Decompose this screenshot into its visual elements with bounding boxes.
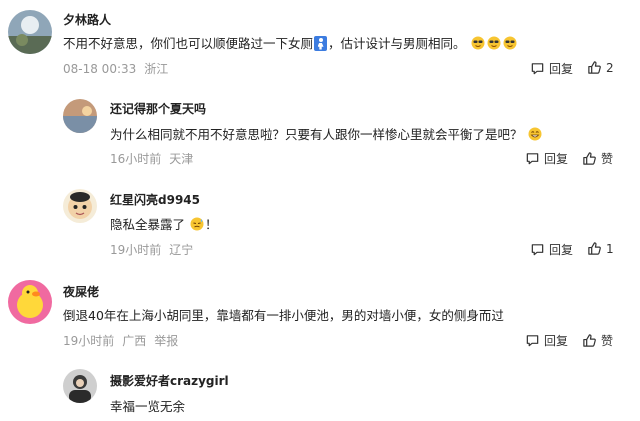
comment-location: 浙江: [144, 62, 169, 76]
comment-text: 不用不好意思，你们也可以顺便路过一下女厕 ，估计设计与男厕相同。: [63, 33, 518, 52]
reply-icon: [526, 335, 539, 347]
avatar[interactable]: [8, 10, 52, 54]
thumbs-up-icon: [588, 242, 601, 255]
comment-text-part: ，估计设计与男厕相同。: [328, 36, 466, 51]
comment-time: 08-18 00:33: [63, 62, 137, 76]
reply-icon: [531, 63, 544, 75]
avatar[interactable]: [63, 189, 97, 223]
avatar[interactable]: [8, 280, 52, 324]
username[interactable]: 还记得那个夏天吗: [110, 100, 206, 117]
reply-button[interactable]: 回复: [530, 241, 573, 258]
reply-label: 回复: [549, 62, 574, 76]
comment-meta: 16小时前 天津: [110, 150, 201, 167]
comment-time: 19小时前: [63, 334, 115, 348]
avatar[interactable]: [63, 369, 97, 403]
username[interactable]: 夕林路人: [63, 11, 111, 28]
like-button[interactable]: 赞: [582, 150, 613, 167]
comment-text: 幸福一览无余: [110, 399, 186, 414]
comment-text-part: ！: [205, 217, 218, 232]
comment-meta: 19小时前 广西 举报: [63, 332, 186, 349]
thumbs-up-icon: [583, 334, 596, 347]
comment-text: 为什么相同就不用不好意思啦？只要有人跟你一样惨心里就会平衡了是吧？: [110, 124, 543, 143]
reply-button[interactable]: 回复: [525, 150, 568, 167]
reply-icon: [526, 153, 539, 165]
comment-location: 辽宁: [169, 243, 194, 257]
reply-label: 回复: [544, 334, 569, 348]
comment-time: 16小时前: [110, 152, 162, 166]
reply-button[interactable]: 回复: [530, 60, 573, 77]
username[interactable]: 摄影爱好者crazygirl: [110, 372, 229, 389]
like-count: 2: [606, 60, 614, 75]
comment-meta: 08-18 00:33 浙江: [63, 60, 176, 77]
comment-location: 广西: [122, 334, 147, 348]
reply-icon: [531, 244, 544, 256]
restroom-icon: [314, 36, 328, 51]
comment-text-part: 不用不好意思，你们也可以顺便路过一下女厕: [63, 36, 314, 51]
username[interactable]: 红星闪亮d9945: [110, 191, 200, 208]
like-label: 赞: [601, 334, 614, 348]
cool-face-emoji: [503, 36, 517, 50]
comment-text-part: 隐私全暴露了: [110, 217, 186, 232]
like-button[interactable]: 赞: [582, 332, 613, 349]
like-count: 1: [606, 241, 614, 256]
like-button[interactable]: 2: [587, 60, 614, 75]
thumbs-up-icon: [588, 61, 601, 74]
comment-text-part: 为什么相同就不用不好意思啦？只要有人跟你一样惨心里就会平衡了是吧？: [110, 127, 523, 142]
reply-label: 回复: [549, 243, 574, 257]
thumbs-up-icon: [583, 152, 596, 165]
username[interactable]: 夜屎佬: [63, 283, 99, 300]
cool-face-emoji: [471, 36, 485, 50]
like-button[interactable]: 1: [587, 241, 614, 256]
avatar[interactable]: [63, 99, 97, 133]
comment-text: 隐私全暴露了 ！: [110, 214, 218, 233]
cool-face-emoji: [487, 36, 501, 50]
grin-face-emoji: [528, 127, 542, 141]
report-link[interactable]: 举报: [154, 334, 178, 348]
sweat-face-emoji: [190, 217, 204, 231]
comment-time: 19小时前: [110, 243, 162, 257]
reply-button[interactable]: 回复: [525, 332, 568, 349]
like-label: 赞: [601, 152, 614, 166]
comment-location: 天津: [169, 152, 194, 166]
reply-label: 回复: [544, 152, 569, 166]
comment-meta: 19小时前 辽宁: [110, 241, 201, 258]
comment-text: 倒退40年在上海小胡同里，靠墙都有一排小便池，男的对墙小便，女的侧身而过: [63, 308, 504, 323]
